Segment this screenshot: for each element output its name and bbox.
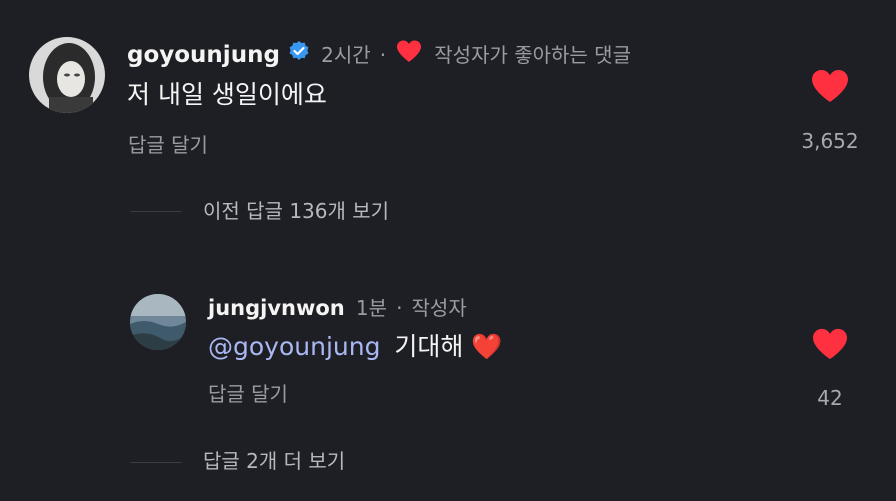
reply-divider-line	[130, 462, 182, 463]
view-more-replies-button[interactable]: 답글 2개 더 보기	[203, 447, 345, 475]
meta-separator: ·	[379, 43, 387, 67]
mention-link[interactable]: @goyounjung	[208, 332, 380, 361]
comment-header: goyounjung 2시간 · 작성자가 좋아하는 댓글	[127, 40, 631, 70]
reply-like-button[interactable]	[811, 327, 849, 361]
like-count: 3,652	[801, 129, 859, 153]
heart-emoji: ❤️	[471, 332, 503, 361]
reply-button[interactable]: 답글 달기	[128, 131, 208, 159]
author-label: 작성자	[411, 296, 467, 320]
reply-header: jungjvnwon 1분 · 작성자	[208, 294, 467, 322]
heart-filled-icon	[813, 328, 847, 360]
heart-filled-icon	[812, 70, 848, 102]
reply-text-body: 기대해	[394, 332, 464, 361]
comment-text: 저 내일 생일이에요	[127, 80, 327, 109]
reply-text: @goyounjung 기대해 ❤️	[208, 330, 503, 364]
verified-badge-icon	[288, 40, 310, 72]
profile-photo	[29, 37, 105, 113]
reply-time: 1분	[355, 296, 387, 320]
meta-separator: ·	[396, 296, 403, 320]
reply-profile-photo	[130, 294, 186, 350]
comment-username[interactable]: goyounjung	[127, 42, 280, 68]
comment-time: 2시간	[321, 43, 371, 67]
reply-divider-line	[130, 211, 182, 212]
reply-like-count: 42	[817, 386, 843, 410]
reply-username[interactable]: jungjvnwon	[208, 296, 345, 320]
like-button[interactable]	[810, 68, 850, 104]
comment-thread: goyounjung 2시간 · 작성자가 좋아하는 댓글 저 내일 생일이에요…	[0, 0, 896, 501]
avatar[interactable]	[29, 37, 105, 113]
reply-avatar[interactable]	[130, 294, 186, 350]
creator-liked-heart-icon	[395, 39, 423, 73]
creator-liked-label: 작성자가 좋아하는 댓글	[434, 43, 631, 67]
reply-reply-button[interactable]: 답글 달기	[208, 380, 288, 408]
view-previous-replies-button[interactable]: 이전 답글 136개 보기	[203, 197, 389, 225]
